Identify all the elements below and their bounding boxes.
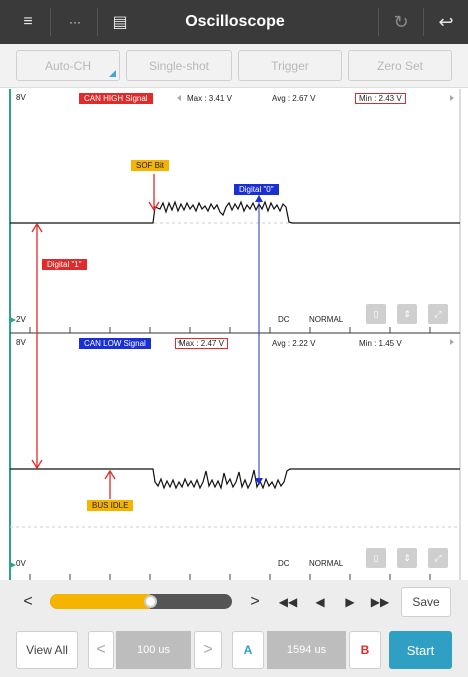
- scroll-right-button[interactable]: >: [243, 592, 267, 612]
- ch2-bottom-scale: 0V: [16, 559, 26, 568]
- cursor-delta-value: 1594 us: [267, 631, 346, 669]
- ch2-trigger-mode: NORMAL: [309, 559, 344, 568]
- ch2-avg: Avg : 2.22 V: [272, 339, 316, 348]
- dropdown-corner-icon: [109, 70, 116, 77]
- timeline-slider-fill: [50, 594, 151, 609]
- ch2-min: Min : 1.45 V: [359, 339, 402, 348]
- time-ticks: [29, 327, 431, 580]
- page-title: Oscilloscope: [185, 13, 285, 30]
- rewind-button[interactable]: ◀◀: [276, 592, 300, 612]
- ch1-channel-settings-button[interactable]: ▯: [366, 304, 386, 324]
- auto-ch-button[interactable]: Auto-CH: [16, 50, 120, 81]
- ch1-coupling: DC: [278, 315, 290, 324]
- cursor-a-button[interactable]: A: [232, 631, 264, 669]
- ch2-name-tag: CAN LOW Signal: [79, 338, 151, 349]
- ch2-channel-settings-button[interactable]: ▯: [366, 548, 386, 568]
- scope-waveform-canvas: [9, 89, 461, 580]
- ch1-name-tag: CAN HIGH Signal: [79, 93, 153, 104]
- ch1-trigger-mode: NORMAL: [309, 315, 344, 324]
- playback-bar: < > ◀◀ ◀ ▶ ▶▶ Save: [0, 580, 468, 624]
- refresh-icon[interactable]: ↻: [380, 0, 422, 44]
- bus-idle-label: BUS IDLE: [87, 500, 134, 511]
- ch2-top-scale: 8V: [16, 338, 26, 347]
- ch1-top-scale: 8V: [16, 93, 26, 102]
- step-back-button[interactable]: ◀: [308, 592, 332, 612]
- timebase-prev-button[interactable]: <: [88, 631, 114, 669]
- ch2-waveform: [10, 468, 460, 491]
- layout-icon[interactable]: ▤: [100, 0, 140, 44]
- digital1-label: Digital "1": [42, 259, 87, 270]
- sof-bit-label: SOF Bit: [131, 160, 170, 171]
- view-all-button[interactable]: View All: [16, 631, 78, 669]
- connection-icon[interactable]: ···: [54, 0, 96, 44]
- save-button[interactable]: Save: [401, 587, 451, 617]
- toolbar-divider: [97, 8, 98, 36]
- timeline-slider-thumb[interactable]: [144, 595, 158, 608]
- ch1-scroll-right-icon: [450, 95, 454, 101]
- ch1-vertical-scale-button[interactable]: ⇕: [397, 304, 417, 324]
- single-shot-button[interactable]: Single-shot: [126, 50, 232, 81]
- timebase-value: 100 us: [116, 631, 191, 669]
- zero-set-button[interactable]: Zero Set: [348, 50, 452, 81]
- ch1-bottom-scale: 2V: [16, 315, 26, 324]
- ch1-expand-button[interactable]: ⤢: [428, 304, 448, 324]
- toolbar-divider: [50, 8, 51, 36]
- bottom-bar: View All < 100 us > A 1594 us B Start: [0, 624, 468, 677]
- auto-ch-label: Auto-CH: [44, 58, 91, 73]
- ch1-min: Min : 2.43 V: [355, 93, 406, 104]
- ch1-max: Max : 3.41 V: [187, 94, 232, 103]
- toolbar-divider: [378, 8, 379, 36]
- timeline-slider[interactable]: [50, 594, 232, 609]
- ch2-vertical-scale-button[interactable]: ⇕: [397, 548, 417, 568]
- ch2-expand-button[interactable]: ⤢: [428, 548, 448, 568]
- filter-settings-icon[interactable]: ≡: [8, 0, 48, 44]
- scope-display[interactable]: 8V CAN HIGH Signal Max : 3.41 V Avg : 2.…: [0, 89, 468, 580]
- step-forward-button[interactable]: ▶: [338, 592, 362, 612]
- ch1-waveform: [10, 200, 460, 224]
- start-button[interactable]: Start: [389, 631, 452, 669]
- ch2-scroll-right-icon: [450, 339, 454, 345]
- trigger-button[interactable]: Trigger: [238, 50, 342, 81]
- top-bar: ≡ ··· ▤ Oscilloscope ↻ ↩: [0, 0, 468, 44]
- ch1-avg: Avg : 2.67 V: [272, 94, 316, 103]
- scroll-left-button[interactable]: <: [16, 592, 40, 612]
- ch1-scroll-left-icon: [177, 95, 181, 101]
- mode-bar: Auto-CH Single-shot Trigger Zero Set: [0, 44, 468, 88]
- back-icon[interactable]: ↩: [424, 0, 468, 44]
- cursor-b-button[interactable]: B: [349, 631, 381, 669]
- ch2-max: Max : 2.47 V: [175, 338, 228, 349]
- ch2-coupling: DC: [278, 559, 290, 568]
- digital0-arrow-up: [255, 195, 263, 202]
- timebase-next-button[interactable]: >: [194, 631, 222, 669]
- digital0-label: Digital "0": [234, 184, 279, 195]
- fast-forward-button[interactable]: ▶▶: [368, 592, 392, 612]
